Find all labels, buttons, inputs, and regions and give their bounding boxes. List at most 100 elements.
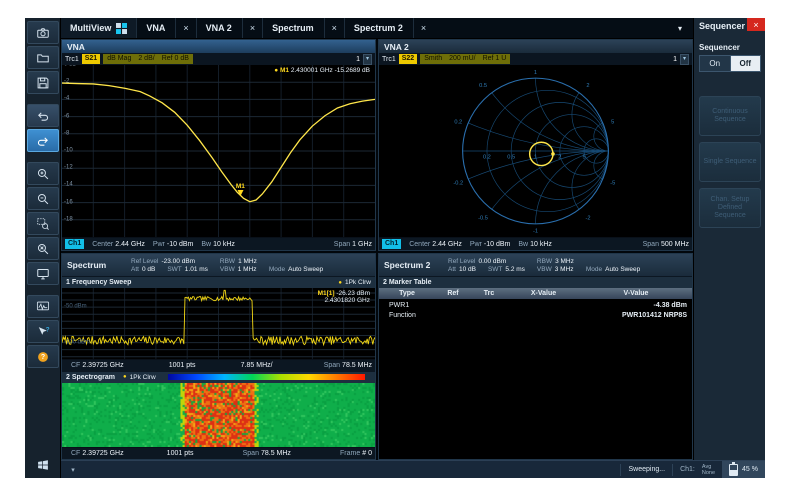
- tab-vna[interactable]: VNA ×: [136, 18, 195, 38]
- spectrogram-chart[interactable]: [62, 383, 375, 447]
- window-title: 2 Spectrogram: [66, 374, 115, 381]
- undo-button[interactable]: [27, 104, 59, 127]
- spectrogram-title-bar[interactable]: 2 Spectrogram ●1Pk Clrw: [62, 371, 375, 383]
- swt-label: SWT: [167, 266, 181, 273]
- tab-close-icon[interactable]: ×: [175, 18, 195, 38]
- tab-close-icon[interactable]: ×: [242, 18, 262, 38]
- zoom-off-button[interactable]: [27, 237, 59, 260]
- swt-label: SWT: [488, 266, 502, 273]
- zoom-off-icon: [36, 242, 50, 256]
- average-status: Avg None: [702, 464, 715, 476]
- mode-value: Auto Sweep: [605, 266, 640, 273]
- panel-vna2: VNA 2 Trc1 S22 Smith 200 mU/ Ref 1 U 1 ▾…: [378, 39, 693, 251]
- display-config-button[interactable]: [27, 262, 59, 285]
- close-icon[interactable]: ×: [747, 18, 765, 31]
- save-button[interactable]: [27, 71, 59, 94]
- sequencer-off-button[interactable]: Off: [731, 56, 761, 71]
- camera-icon: [36, 26, 50, 40]
- chevron-down-icon[interactable]: ▾: [363, 54, 372, 65]
- svg-text:-2: -2: [585, 216, 590, 222]
- trace-selector[interactable]: 1 ▾: [356, 54, 372, 65]
- analyzer-app: ? ? MultiView VNA × VNA 2 × Spectrum × S…: [25, 18, 765, 478]
- cf-value: 2.39725 GHz: [82, 362, 123, 369]
- channel-badge[interactable]: Ch1: [65, 239, 84, 249]
- bw-value: 10 kHz: [530, 241, 552, 248]
- screenshot-button[interactable]: [27, 21, 59, 44]
- vbw-value: 1 MHz: [238, 266, 257, 273]
- panel-vna: VNA Trc1 S21 dB Mag 2 dB/ Ref 0 dB 1 ▾ 0…: [61, 39, 376, 251]
- chevron-down-icon[interactable]: ▾: [680, 54, 689, 65]
- softkey-chan-setup-defined-sequence[interactable]: Chan. Setup Defined Sequence: [699, 188, 761, 228]
- smith-chart[interactable]: 0.20.51250.20.5125-0.2-0.5-1-2-5: [379, 65, 692, 237]
- tab-multiview[interactable]: MultiView: [61, 18, 136, 38]
- sequencer-section-label: Sequencer: [699, 43, 761, 52]
- tab-vna2[interactable]: VNA 2 ×: [196, 18, 262, 38]
- points-value: 1001 pts: [167, 450, 194, 457]
- marker-frequency: 2.430001 GHz: [291, 67, 333, 74]
- tab-label: Spectrum 2: [345, 18, 413, 38]
- softkey-continuous-sequence[interactable]: Continuous Sequence: [699, 96, 761, 136]
- tab-list-dropdown[interactable]: ▾: [667, 18, 693, 38]
- s-parameter-badge[interactable]: S21: [82, 54, 100, 64]
- header-col-mode: ModeAuto Sweep: [586, 258, 640, 273]
- frequency-sweep-chart[interactable]: -50 dBm-100 dBm M1[1] -26.23 dBm 2.43018…: [62, 288, 375, 359]
- sequencer-spacer: [699, 72, 761, 96]
- panel-title[interactable]: Spectrum: [67, 260, 119, 270]
- zoom-in-button[interactable]: [27, 162, 59, 185]
- status-collapse-chevron-icon[interactable]: ▾: [65, 466, 81, 474]
- trace-selector[interactable]: 1 ▾: [673, 54, 689, 65]
- column-ref: Ref: [435, 290, 471, 297]
- panel-spectrum2: Spectrum 2 Ref Level0.00 dBm Att10 dBSWT…: [378, 253, 693, 460]
- tab-close-icon[interactable]: ×: [324, 18, 344, 38]
- s-parameter-badge[interactable]: S22: [399, 54, 417, 64]
- panel-title[interactable]: Spectrum 2: [384, 260, 436, 270]
- svg-text:0.5: 0.5: [479, 83, 487, 89]
- frequency-sweep-title-bar[interactable]: 1 Frequency Sweep ●1Pk Clrw: [62, 276, 375, 288]
- cursor-help-icon: ?: [36, 325, 50, 339]
- multiview-grid-icon: [116, 23, 127, 34]
- zoom-out-button[interactable]: [27, 187, 59, 210]
- main-area: VNA Trc1 S21 dB Mag 2 dB/ Ref 0 dB 1 ▾ 0…: [61, 39, 693, 460]
- panel-title[interactable]: VNA: [62, 40, 375, 53]
- channel-status-label: Ch1:: [680, 466, 695, 473]
- tab-spectrum[interactable]: Spectrum ×: [262, 18, 344, 38]
- trace-name[interactable]: Trc1: [382, 56, 396, 63]
- waveform-button[interactable]: [27, 295, 59, 318]
- window-title: 1 Frequency Sweep: [66, 279, 131, 286]
- open-button[interactable]: [27, 46, 59, 69]
- undo-icon: [36, 109, 50, 123]
- help-button[interactable]: ?: [27, 345, 59, 368]
- trace-selector-value: 1: [356, 56, 360, 63]
- vna2-footer: Ch1 Center2.44 GHz Pwr-10 dBm Bw10 kHz S…: [379, 237, 692, 250]
- help-icon: ?: [36, 350, 50, 364]
- pwr-label: Pwr: [470, 241, 482, 248]
- waveform-icon: [36, 300, 50, 314]
- center-label: Center: [92, 241, 113, 248]
- header-col-levels: Ref Level0.00 dBm Att10 dBSWT5.2 ms: [448, 258, 525, 273]
- status-divider: [620, 464, 621, 476]
- trace-format-label: dB Mag: [107, 54, 131, 64]
- legend-text: 1Pk Clrw: [130, 374, 156, 381]
- cf-value: 2.39725 GHz: [82, 450, 123, 457]
- ref-level-value: -23.00 dBm: [161, 258, 195, 265]
- zoom-area-button[interactable]: [27, 212, 59, 235]
- ref-level-label: Ref Level: [448, 258, 475, 265]
- sequencer-on-button[interactable]: On: [700, 56, 731, 71]
- tab-close-icon[interactable]: ×: [413, 18, 433, 38]
- channel-badge[interactable]: Ch1: [382, 239, 401, 249]
- marker-table-title-bar[interactable]: 2 Marker Table: [379, 276, 692, 288]
- tab-spectrum2[interactable]: Spectrum 2 ×: [344, 18, 433, 38]
- vna-chart[interactable]: 0 dB-2-4-6-8-10-12-14-16-18 ● M1 2.43000…: [62, 65, 375, 237]
- trace-name[interactable]: Trc1: [65, 56, 79, 63]
- status-right-cluster: Sweeping... Ch1: Avg None 45 %: [620, 461, 765, 478]
- panel-title[interactable]: VNA 2: [379, 40, 692, 53]
- redo-button[interactable]: [27, 129, 59, 152]
- marker-triangle-icon: [237, 190, 243, 196]
- open-folder-icon: [36, 51, 50, 65]
- context-help-button[interactable]: ?: [27, 320, 59, 343]
- windows-button[interactable]: [28, 454, 58, 475]
- screenshot-frame: ? ? MultiView VNA × VNA 2 × Spectrum × S…: [0, 0, 790, 496]
- softkey-single-sequence[interactable]: Single Sequence: [699, 142, 761, 182]
- marker-m1[interactable]: M1: [236, 183, 245, 196]
- span-label: Span: [243, 450, 259, 457]
